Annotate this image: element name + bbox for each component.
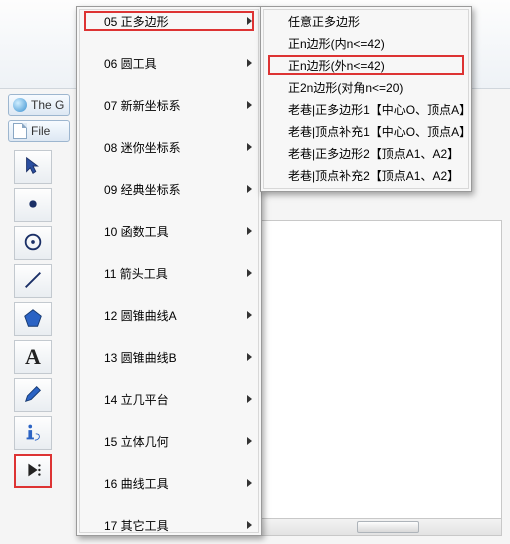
chevron-right-icon xyxy=(247,227,252,235)
menu-item-label: 17 其它工具 xyxy=(104,517,169,534)
menu-item-label: 09 经典坐标系 xyxy=(104,181,181,198)
document-icon xyxy=(13,123,27,139)
title-text-2: File xyxy=(31,124,50,138)
title-text-1: The G xyxy=(31,98,64,112)
menu-item-label: 08 迷你坐标系 xyxy=(104,139,181,156)
menu2-item[interactable]: 正n边形(内n<=42) xyxy=(264,32,468,54)
menu-item-label: 正n边形(外n<=42) xyxy=(288,57,385,74)
window-title-2: File xyxy=(8,120,70,142)
scrollbar-thumb[interactable] xyxy=(357,521,419,533)
arrow-icon xyxy=(22,155,44,180)
pen-icon xyxy=(22,383,44,408)
menu-item-label: 任意正多边形 xyxy=(288,13,360,30)
menu1-item[interactable]: 11 箭头工具 xyxy=(80,262,258,284)
chevron-right-icon xyxy=(247,353,252,361)
menu2-item[interactable]: 老巷|正多边形2【顶点A1、A2】 xyxy=(264,142,468,164)
menu1-item[interactable]: 12 圆锥曲线A xyxy=(80,304,258,326)
menu1-item[interactable]: 16 曲线工具 xyxy=(80,472,258,494)
horizontal-scrollbar[interactable] xyxy=(261,518,501,535)
menu-item-label: 正2n边形(对角n<=20) xyxy=(288,79,403,96)
menu2-item[interactable]: 老巷|顶点补充1【中心O、顶点A】 xyxy=(264,120,468,142)
menu-item-label: 12 圆锥曲线A xyxy=(104,307,177,324)
menu-item-label: 正n边形(内n<=42) xyxy=(288,35,385,52)
chevron-right-icon xyxy=(247,437,252,445)
app-window: The G File A 05 正多边形 06 圆工具 07 新新坐标系 08 迷你坐… xyxy=(0,0,510,544)
polygon-tool[interactable] xyxy=(14,302,52,336)
circle-icon xyxy=(22,231,44,256)
chevron-right-icon xyxy=(247,395,252,403)
submenu-level-2: 任意正多边形正n边形(内n<=42) 正n边形(外n<=42) 正2n边形(对角n<… xyxy=(260,6,472,192)
menu-item-label: 05 正多边形 xyxy=(104,13,169,30)
menu-item-label: 老巷|正多边形2【顶点A1、A2】 xyxy=(288,145,459,162)
text-tool[interactable]: A xyxy=(14,340,52,374)
chevron-right-icon xyxy=(247,101,252,109)
menu-item-label: 13 圆锥曲线B xyxy=(104,349,177,366)
work-area xyxy=(260,220,502,536)
menu-item-label: 老巷|正多边形1【中心O、顶点A】 xyxy=(288,101,469,118)
chevron-right-icon xyxy=(247,269,252,277)
submenu-1-list: 05 正多边形 06 圆工具 07 新新坐标系 08 迷你坐标系 09 经典坐标系 10 … xyxy=(79,9,259,533)
line-icon xyxy=(22,269,44,294)
menu1-item[interactable]: 13 圆锥曲线B xyxy=(80,346,258,368)
menu1-item[interactable]: 06 圆工具 xyxy=(80,52,258,74)
menu1-item[interactable]: 08 迷你坐标系 xyxy=(80,136,258,158)
custom-tool[interactable] xyxy=(14,454,52,488)
pen-tool[interactable] xyxy=(14,378,52,412)
menu-item-label: 06 圆工具 xyxy=(104,55,157,72)
menu1-item[interactable]: 14 立几平台 xyxy=(80,388,258,410)
menu1-item[interactable]: 05 正多边形 xyxy=(80,10,258,32)
submenu-level-1: 05 正多边形 06 圆工具 07 新新坐标系 08 迷你坐标系 09 经典坐标系 10 … xyxy=(76,6,262,536)
chevron-right-icon xyxy=(247,311,252,319)
line-tool[interactable] xyxy=(14,264,52,298)
menu2-item[interactable]: 老巷|顶点补充2【顶点A1、A2】 xyxy=(264,164,468,186)
polygon-icon xyxy=(22,307,44,332)
globe-icon xyxy=(13,98,27,112)
menu1-item[interactable]: 07 新新坐标系 xyxy=(80,94,258,116)
tool-palette: A xyxy=(14,150,54,492)
window-title-1: The G xyxy=(8,94,70,116)
info-tool[interactable] xyxy=(14,416,52,450)
menu-item-label: 老巷|顶点补充1【中心O、顶点A】 xyxy=(288,123,469,140)
dot-icon xyxy=(22,193,44,218)
menu-item-label: 16 曲线工具 xyxy=(104,475,169,492)
menu1-item[interactable]: 09 经典坐标系 xyxy=(80,178,258,200)
menu-item-label: 15 立体几何 xyxy=(104,433,169,450)
chevron-right-icon xyxy=(247,521,252,529)
chevron-right-icon xyxy=(247,185,252,193)
circle-tool[interactable] xyxy=(14,226,52,260)
menu-item-label: 10 函数工具 xyxy=(104,223,169,240)
select-tool[interactable] xyxy=(14,150,52,184)
info-icon xyxy=(22,421,44,446)
chevron-right-icon xyxy=(247,479,252,487)
chevron-right-icon xyxy=(247,17,252,25)
menu2-item[interactable]: 任意正多边形 xyxy=(264,10,468,32)
menu1-item[interactable]: 15 立体几何 xyxy=(80,430,258,452)
menu-item-label: 11 箭头工具 xyxy=(104,265,168,282)
submenu-2-list: 任意正多边形正n边形(内n<=42) 正n边形(外n<=42) 正2n边形(对角n<… xyxy=(263,9,469,189)
play-icon xyxy=(22,459,44,484)
text-icon: A xyxy=(25,344,41,370)
chevron-right-icon xyxy=(247,143,252,151)
menu2-item[interactable]: 正n边形(外n<=42) xyxy=(264,54,468,76)
menu2-item[interactable]: 老巷|正多边形1【中心O、顶点A】 xyxy=(264,98,468,120)
menu1-item[interactable]: 10 函数工具 xyxy=(80,220,258,242)
chevron-right-icon xyxy=(247,59,252,67)
point-tool[interactable] xyxy=(14,188,52,222)
menu1-item[interactable]: 17 其它工具 xyxy=(80,514,258,533)
menu-item-label: 老巷|顶点补充2【顶点A1、A2】 xyxy=(288,167,459,184)
menu2-item[interactable]: 正2n边形(对角n<=20) xyxy=(264,76,468,98)
menu-item-label: 14 立几平台 xyxy=(104,391,169,408)
menu-item-label: 07 新新坐标系 xyxy=(104,97,181,114)
